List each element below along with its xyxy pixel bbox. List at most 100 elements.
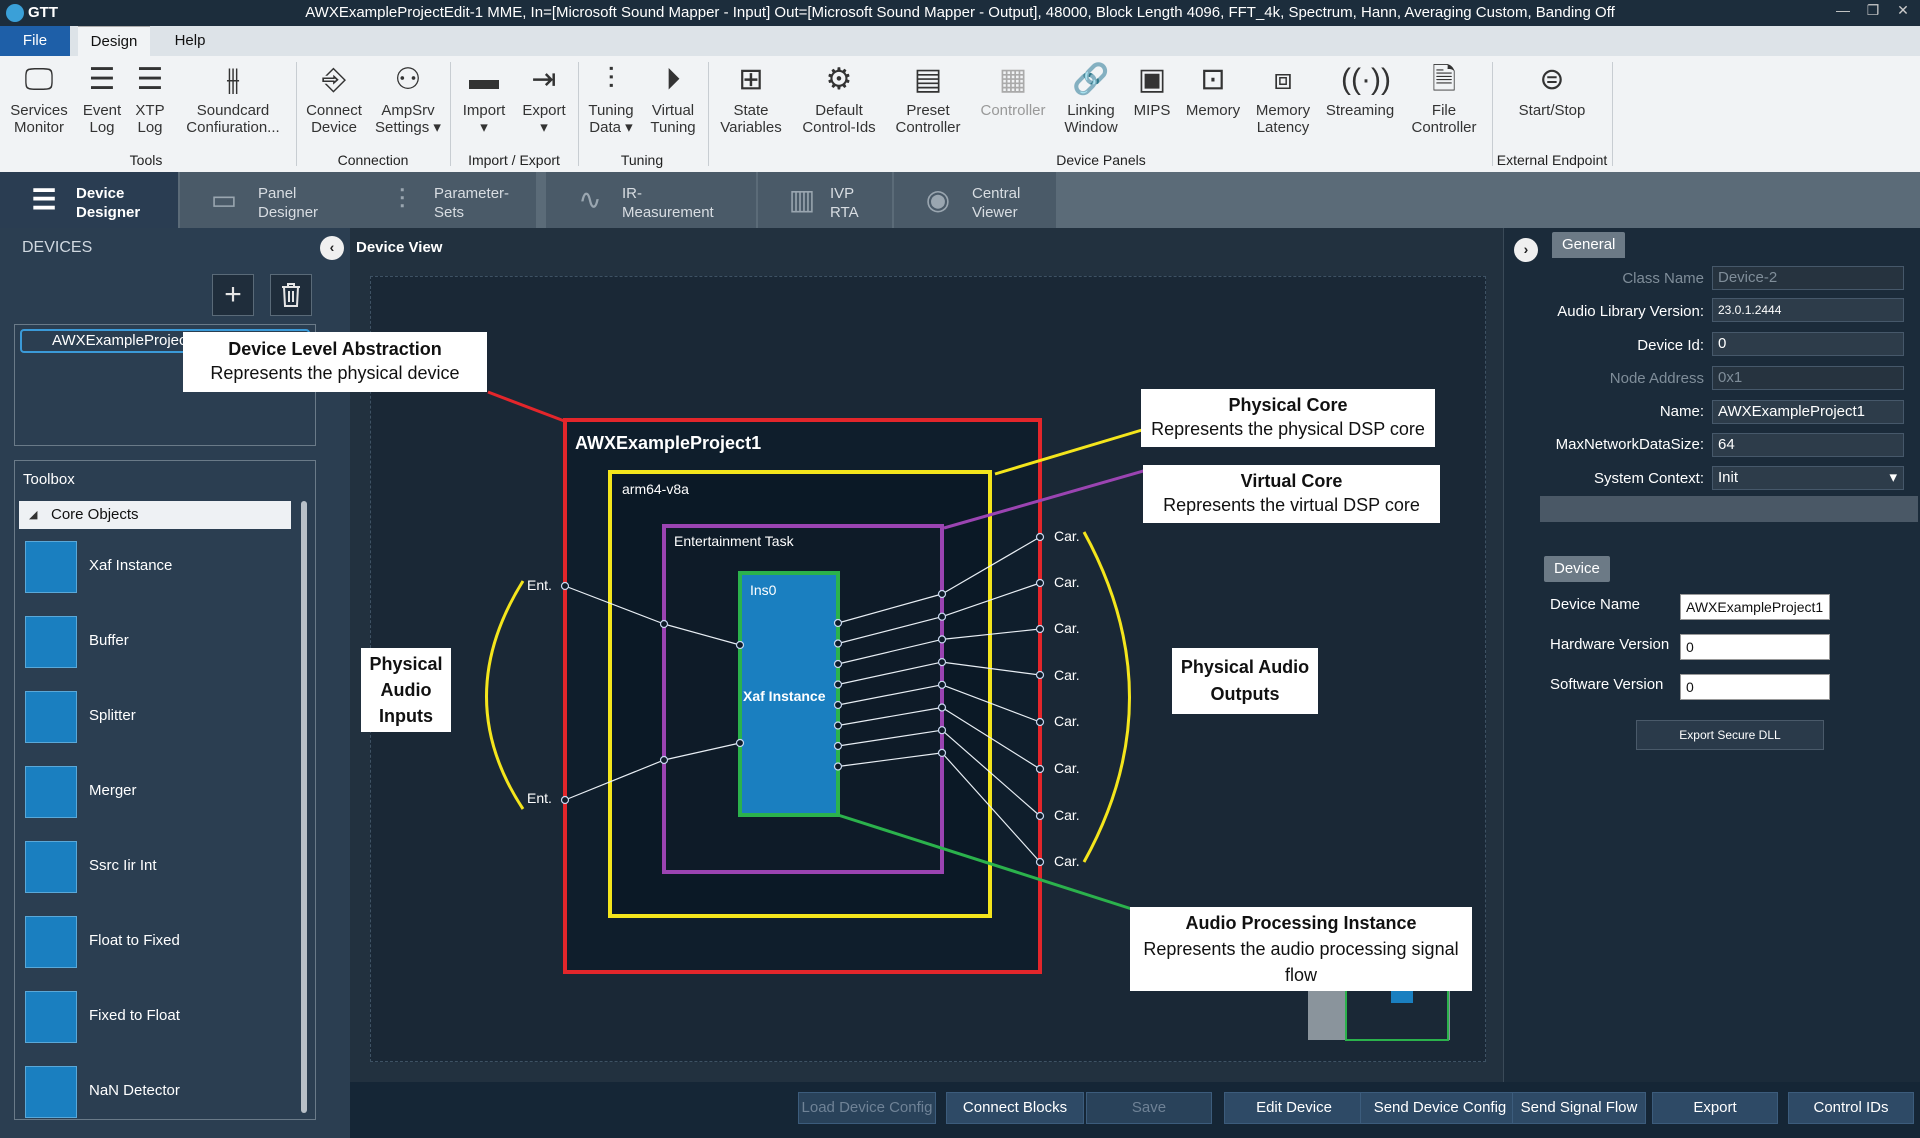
soundcard-config-button[interactable]: ⫵ Soundcard Confiuration... (178, 62, 288, 136)
file-controller-button[interactable]: 🗎 File Controller (1404, 62, 1484, 136)
port-pin[interactable] (1035, 811, 1045, 821)
port-pin[interactable] (937, 680, 947, 689)
streaming-button[interactable]: ((·)) Streaming (1322, 62, 1398, 119)
edit-device-button[interactable]: Edit Device (1224, 1092, 1364, 1124)
port-pin[interactable] (937, 703, 947, 712)
toolbox-item[interactable]: Ssrc Iir Int (25, 841, 255, 893)
port-pin[interactable] (1035, 764, 1045, 774)
connect-device-button[interactable]: ⎆ Connect Device (302, 62, 366, 136)
send-device-config-button[interactable]: Send Device Config (1360, 1092, 1520, 1124)
send-signal-flow-button[interactable]: Send Signal Flow (1512, 1092, 1646, 1124)
callout-text: Outputs (1210, 684, 1280, 704)
port-pin[interactable] (937, 658, 947, 667)
port-pin[interactable] (833, 659, 843, 669)
connect-blocks-button[interactable]: Connect Blocks (946, 1092, 1084, 1124)
port-pin[interactable] (1035, 578, 1045, 588)
toolbox-item[interactable]: NaN Detector (25, 1066, 255, 1118)
hardware-version-field[interactable]: 0 (1680, 634, 1830, 660)
device-name-field[interactable]: AWXExampleProject1 (1680, 594, 1830, 620)
xtp-log-button[interactable]: ☰ XTP Log (128, 62, 172, 136)
tab-central-viewer[interactable]: ◉ Central Viewer (894, 172, 1056, 228)
port-pin[interactable] (833, 762, 843, 771)
ribbon: 🖵 Services Monitor ☰ Event Log ☰ XTP Log ⫵ Soun… (0, 56, 1920, 172)
menu-file[interactable]: File (0, 26, 70, 56)
port-pin[interactable] (833, 700, 843, 710)
toolbox-item[interactable]: Splitter (25, 691, 255, 743)
memory-button[interactable]: ⊡ Memory (1180, 62, 1246, 119)
caret-down-icon[interactable]: ◢ (29, 501, 37, 529)
btn-label: Data ▾ (589, 119, 633, 136)
restore-icon[interactable]: ❐ (1858, 2, 1888, 19)
tab-ivp-rta[interactable]: ▥ IVP RTA (758, 172, 892, 228)
port-pin[interactable] (833, 680, 843, 689)
port-pin[interactable] (1035, 857, 1045, 867)
load-device-config-button[interactable]: Load Device Config (798, 1092, 936, 1124)
port-pin[interactable] (937, 726, 947, 735)
delete-device-button[interactable] (270, 274, 312, 316)
port-pin[interactable] (937, 589, 947, 599)
toolbox-item[interactable]: Buffer (25, 616, 255, 668)
toolbox-item[interactable]: Merger (25, 766, 255, 818)
add-device-button[interactable]: + (212, 274, 254, 316)
max-network-data-size-field[interactable]: 64 (1712, 433, 1904, 457)
port-pin[interactable] (833, 618, 843, 628)
services-monitor-button[interactable]: 🖵 Services Monitor (4, 62, 74, 136)
event-log-button[interactable]: ☰ Event Log (78, 62, 126, 136)
export-secure-dll-button[interactable]: Export Secure DLL (1636, 720, 1824, 750)
controller-button[interactable]: ▦ Controller (974, 62, 1052, 119)
preset-controller-button[interactable]: ▤ Preset Controller (888, 62, 968, 136)
connect-icon: ⎆ (322, 63, 346, 96)
tab-ir-measurement[interactable]: ∿ IR- Measurement (546, 172, 756, 228)
port-pin[interactable] (937, 748, 947, 758)
menu-design[interactable]: Design (78, 26, 150, 56)
menu-help[interactable]: Help (160, 26, 220, 56)
port-pin[interactable] (937, 635, 947, 644)
toolbox-item[interactable]: Fixed to Float (25, 991, 255, 1043)
default-control-ids-button[interactable]: ⚙ Default Control-Ids (794, 62, 884, 136)
tab-panel-designer[interactable]: ▭ Panel Designer (180, 172, 358, 228)
port-pin[interactable] (560, 581, 570, 591)
port-pin[interactable] (560, 795, 570, 805)
collapse-left-icon[interactable]: ‹ (320, 236, 344, 260)
minimize-icon[interactable]: — (1828, 2, 1858, 18)
export-button[interactable]: Export (1652, 1092, 1778, 1124)
name-field[interactable]: AWXExampleProject1 (1712, 400, 1904, 424)
memory-latency-button[interactable]: ⧈ Memory Latency (1250, 62, 1316, 136)
import-button[interactable]: ▬ Import ▾ (456, 62, 512, 136)
state-variables-button[interactable]: ⊞ State Variables (714, 62, 788, 136)
start-stop-button[interactable]: ⊜ Start/Stop (1500, 62, 1604, 119)
port-pin[interactable] (833, 721, 843, 730)
port-pin[interactable] (833, 741, 843, 751)
toolbox-item-label: NaN Detector (89, 1082, 180, 1099)
port-pin[interactable] (1035, 717, 1045, 727)
toolbox-item[interactable]: Xaf Instance (25, 541, 255, 593)
port-pin[interactable] (735, 640, 745, 650)
save-button[interactable]: Save (1086, 1092, 1212, 1124)
control-ids-button[interactable]: Control IDs (1788, 1092, 1914, 1124)
export-ribbon-button[interactable]: ⇥ Export ▾ (516, 62, 572, 136)
port-pin[interactable] (937, 612, 947, 621)
port-pin[interactable] (659, 755, 669, 765)
device-id-field[interactable]: 0 (1712, 332, 1904, 356)
software-version-field[interactable]: 0 (1680, 674, 1830, 700)
tab-parameter-sets[interactable]: ⫶ Parameter- Sets (358, 172, 536, 228)
mips-button[interactable]: ▣ MIPS (1128, 62, 1176, 119)
linking-window-button[interactable]: 🔗 Linking Window (1058, 62, 1124, 136)
toolbox-item[interactable]: Float to Fixed (25, 916, 255, 968)
collapse-right-icon[interactable]: › (1514, 238, 1538, 262)
group-label-tuning: Tuning (620, 152, 664, 168)
port-pin[interactable] (1035, 532, 1045, 542)
port-pin[interactable] (659, 619, 669, 629)
port-pin[interactable] (735, 738, 745, 748)
system-context-select[interactable]: Init ▾ (1712, 466, 1904, 490)
ampsrv-settings-button[interactable]: ⚇ AmpSrv Settings ▾ (372, 62, 444, 136)
close-icon[interactable]: ✕ (1888, 2, 1918, 19)
toolbox-scrollbar[interactable] (301, 501, 307, 1113)
core-objects-header[interactable]: ◢ Core Objects (19, 501, 291, 529)
virtual-tuning-button[interactable]: ⏵ Virtual Tuning (644, 62, 702, 136)
port-pin[interactable] (833, 639, 843, 648)
tuning-data-button[interactable]: ⫶ Tuning Data ▾ (582, 62, 640, 136)
port-pin[interactable] (1035, 670, 1045, 680)
tab-device-designer[interactable]: ☰ Device Designer (0, 172, 178, 228)
port-pin[interactable] (1035, 624, 1045, 634)
